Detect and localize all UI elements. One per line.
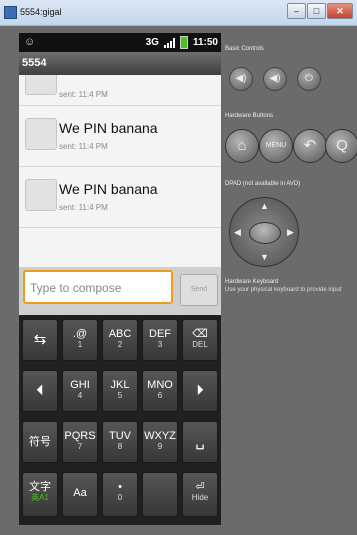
- maximize-button[interactable]: □: [307, 3, 326, 19]
- dpad[interactable]: ▲ ▼ ◀ ▶: [229, 197, 299, 267]
- conversation-title: 5554: [19, 52, 221, 75]
- home-button[interactable]: ⌂: [225, 129, 259, 163]
- signal-bars-icon: [163, 37, 175, 48]
- compose-input[interactable]: Type to compose: [23, 270, 173, 304]
- key-blank[interactable]: [142, 472, 178, 517]
- key-9[interactable]: WXYZ 9: [142, 421, 178, 463]
- dpad-left-icon[interactable]: ◀: [234, 227, 241, 238]
- dpad-down-icon[interactable]: ▼: [260, 252, 269, 262]
- message-body: We PIN banana: [59, 120, 158, 136]
- key-1[interactable]: .@ 1: [62, 319, 98, 361]
- dpad-up-icon[interactable]: ▲: [260, 201, 269, 211]
- search-button[interactable]: Q: [325, 129, 357, 163]
- volume-up-button[interactable]: ◀): [263, 67, 287, 91]
- message-time: sent: 11:4 PM: [59, 142, 108, 151]
- key-left[interactable]: ⏴: [22, 370, 58, 412]
- status-bar: ☺ 3G 11:50: [19, 33, 221, 52]
- key-space[interactable]: ␣: [182, 421, 218, 463]
- key-switch[interactable]: ⇆: [22, 319, 58, 361]
- key-case[interactable]: Aa: [62, 472, 98, 517]
- key-8[interactable]: TUV 8: [102, 421, 138, 463]
- key-right[interactable]: ⏵: [182, 370, 218, 412]
- key-symbols[interactable]: 符号: [22, 421, 58, 463]
- key-hide[interactable]: ⏎ Hide: [182, 472, 218, 517]
- network-type: 3G: [145, 37, 159, 48]
- menu-button[interactable]: MENU: [259, 129, 293, 163]
- list-item[interactable]: We PIN banana sent: 11:4 PM: [19, 167, 221, 228]
- volume-down-button[interactable]: ◀): [229, 67, 253, 91]
- key-3[interactable]: DEF 3: [142, 319, 178, 361]
- key-input-mode[interactable]: 文字 英A1: [22, 472, 58, 517]
- message-body: We PIN banana: [59, 181, 158, 197]
- close-button[interactable]: ✕: [327, 3, 353, 19]
- minimize-button[interactable]: –: [287, 3, 306, 19]
- key-delete[interactable]: ⌫ DEL: [182, 319, 218, 361]
- message-time: sent: 11:4 PM: [59, 203, 108, 212]
- list-item[interactable]: We PIN banana sent: 11:4 PM: [19, 106, 221, 167]
- emulator-control-panel: Basic Controls ◀) ◀) ⏻ Hardware Buttons …: [221, 33, 357, 525]
- window-title: 5554:gigal: [20, 7, 62, 17]
- message-list[interactable]: sent: 11:4 PM We PIN banana sent: 11:4 P…: [19, 75, 221, 267]
- list-item[interactable]: sent: 11:4 PM: [19, 75, 221, 106]
- compose-bar: Type to compose Send: [19, 267, 221, 315]
- battery-icon: [179, 36, 188, 49]
- dpad-right-icon[interactable]: ▶: [287, 227, 294, 238]
- power-button[interactable]: ⏻: [297, 67, 321, 91]
- hardware-buttons-label: Hardware Buttons: [225, 113, 274, 119]
- app-window-icon: [4, 6, 17, 19]
- key-7[interactable]: PQRS 7: [62, 421, 98, 463]
- key-2[interactable]: ABC 2: [102, 319, 138, 361]
- keyboard-note: Use your physical keyboard to provide in…: [225, 287, 342, 293]
- android-notification-icon: ☺: [24, 36, 36, 48]
- key-0[interactable]: • 0: [102, 472, 138, 517]
- key-6[interactable]: MNO 6: [142, 370, 178, 412]
- phone-screen: ☺ 3G 11:50 5554 sent: 11:4 PM We PIN ban…: [19, 33, 221, 525]
- back-button[interactable]: ↶: [293, 129, 327, 163]
- soft-keyboard: ⇆ .@ 1 ABC 2 DEF 3 ⌫ DEL ⏴ GHI 4 JKL 5 MNO 6 ⏵ …: [19, 315, 221, 525]
- message-time: sent: 11:4 PM: [59, 90, 108, 99]
- avatar: [25, 118, 57, 150]
- avatar: [25, 179, 57, 211]
- key-4[interactable]: GHI 4: [62, 370, 98, 412]
- basic-controls-label: Basic Controls: [225, 46, 264, 52]
- dpad-center-button[interactable]: [249, 222, 281, 244]
- key-5[interactable]: JKL 5: [102, 370, 138, 412]
- keyboard-label: Hardware Keyboard: [225, 279, 279, 285]
- window-titlebar: 5554:gigal – □ ✕: [0, 0, 357, 26]
- send-button[interactable]: Send: [180, 274, 218, 306]
- window-controls: – □ ✕: [287, 3, 353, 19]
- status-time: 11:50: [192, 37, 218, 48]
- avatar: [25, 75, 57, 95]
- dpad-label: DPAD (not available in AVD): [225, 181, 301, 187]
